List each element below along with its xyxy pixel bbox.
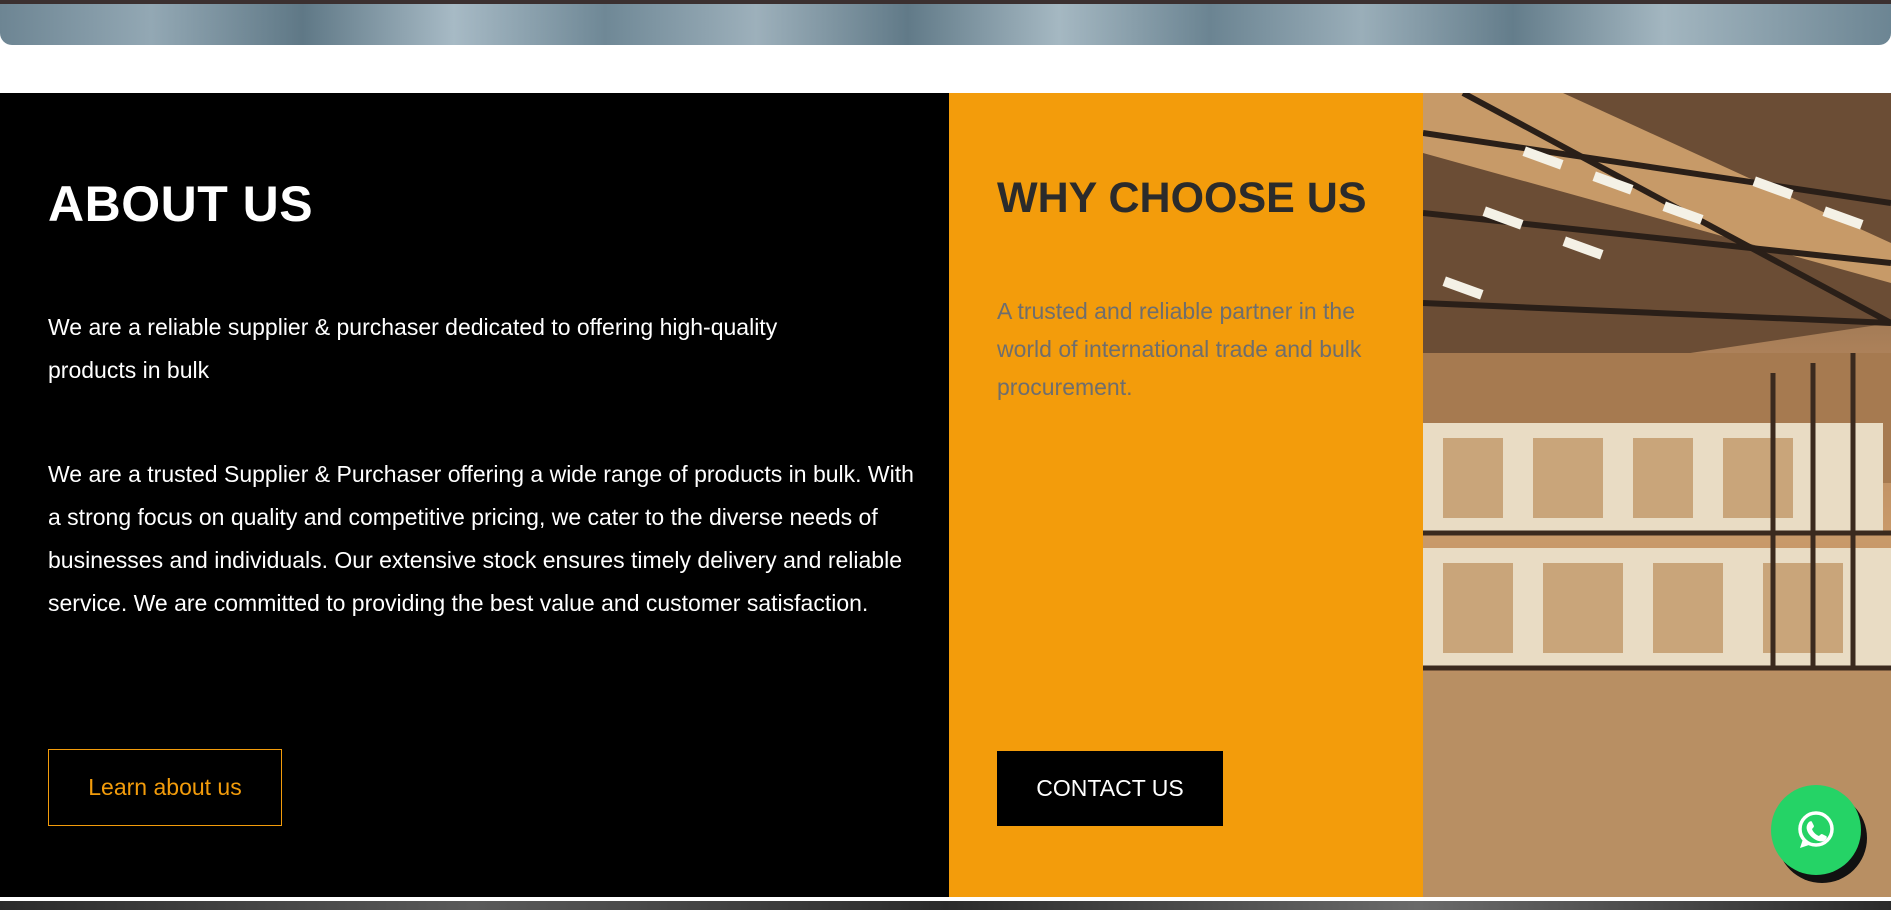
why-choose-us-section: WHY CHOOSE US A trusted and reliable par… bbox=[949, 93, 1423, 897]
learn-about-us-button[interactable]: Learn about us bbox=[48, 749, 282, 826]
hero-banner-image bbox=[0, 0, 1891, 45]
why-description: A trusted and reliable partner in the wo… bbox=[997, 298, 1362, 400]
about-description: We are a trusted Supplier & Purchaser of… bbox=[48, 461, 914, 616]
about-section: ABOUT US We are a reliable supplier & pu… bbox=[0, 93, 949, 897]
about-intro: We are a reliable supplier & purchaser d… bbox=[48, 314, 778, 383]
whatsapp-icon bbox=[1798, 811, 1834, 848]
why-title: WHY CHOOSE US bbox=[997, 174, 1367, 222]
contact-us-button[interactable]: CONTACT US bbox=[997, 751, 1223, 826]
next-section-image bbox=[0, 897, 1891, 910]
whatsapp-button[interactable] bbox=[1771, 785, 1861, 875]
warehouse-image bbox=[1423, 93, 1891, 897]
about-title: ABOUT US bbox=[48, 176, 314, 232]
